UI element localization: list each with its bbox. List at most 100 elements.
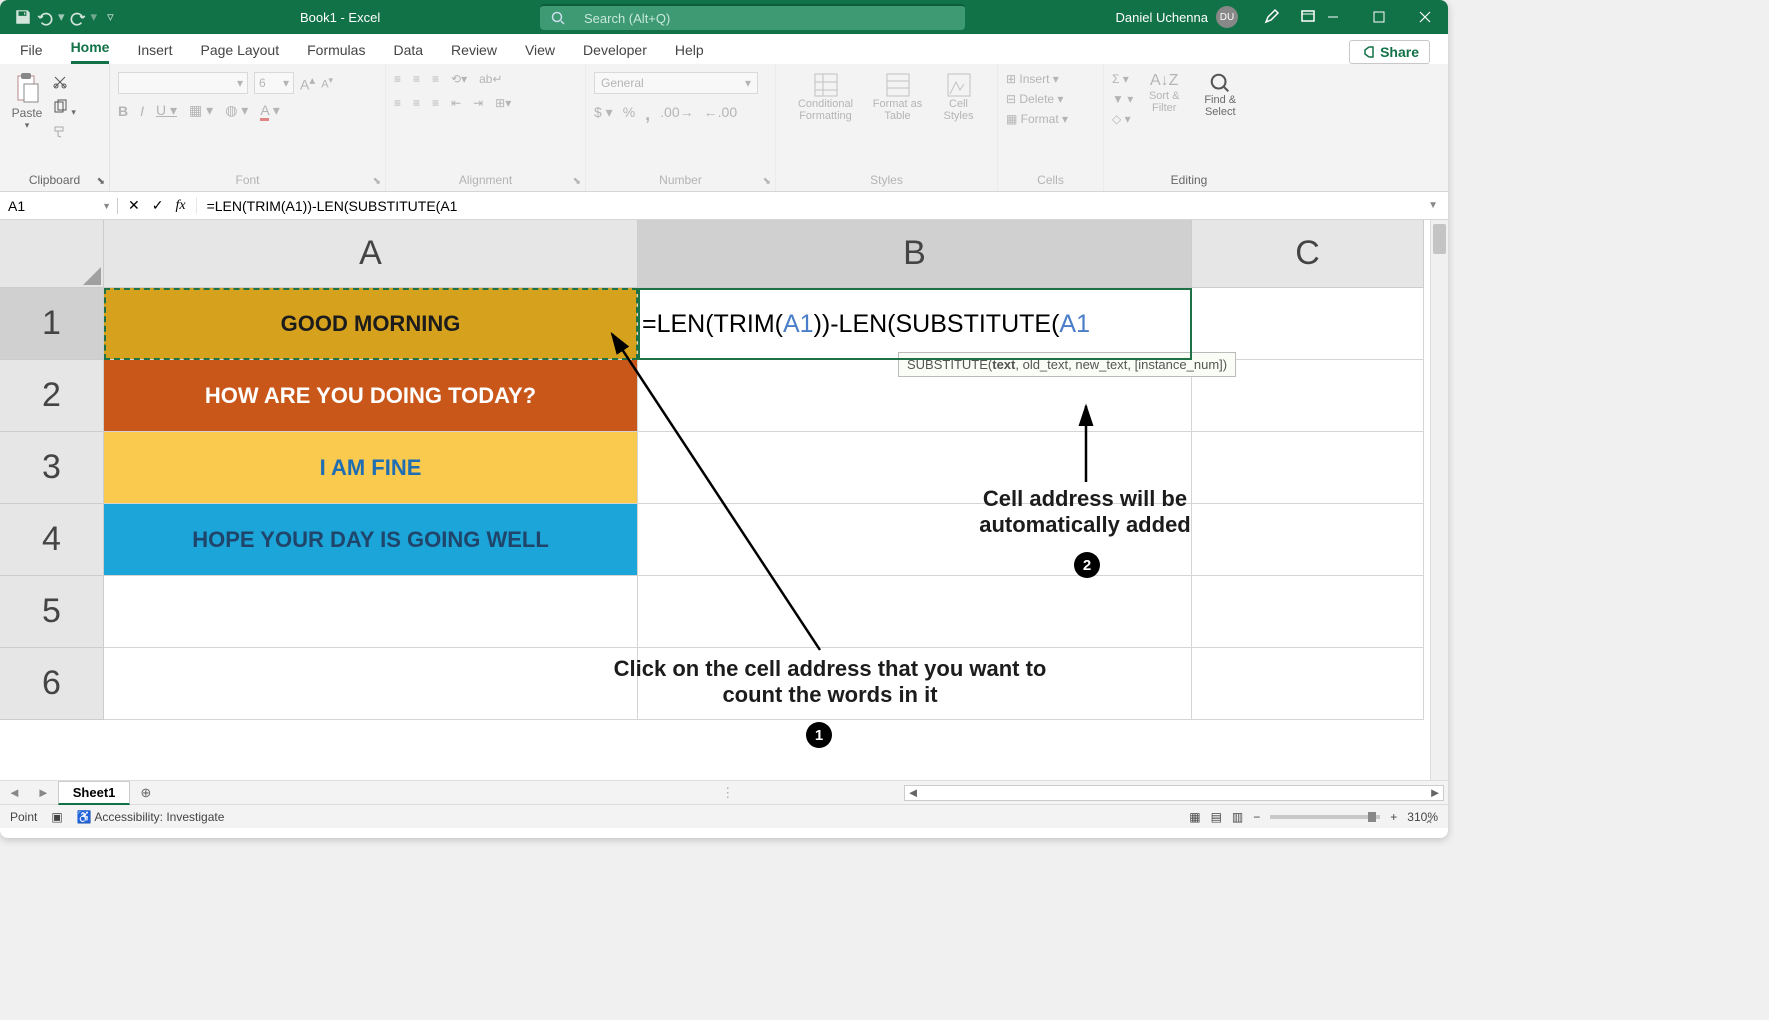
search-box[interactable]: Search (Alt+Q) [540, 4, 965, 30]
increase-font-icon[interactable]: A▴ [300, 73, 315, 93]
macro-record-icon[interactable]: ▣ [51, 810, 62, 824]
paste-button[interactable]: Paste ▾ [8, 72, 46, 131]
zoom-slider[interactable] [1270, 815, 1380, 819]
fx-icon[interactable]: fx [175, 198, 185, 214]
cancel-formula-icon[interactable]: ✕ [128, 197, 140, 214]
align-middle-icon[interactable]: ≡ [413, 72, 420, 86]
user-account[interactable]: Daniel Uchenna DU [1115, 6, 1238, 28]
row-header-3[interactable]: 3 [0, 432, 104, 504]
sheet-nav-next-icon[interactable]: ► [29, 785, 58, 800]
sheet-tab-1[interactable]: Sheet1 [58, 781, 131, 805]
cell-c5[interactable] [1192, 576, 1424, 648]
horizontal-scrollbar[interactable]: ◄► [904, 785, 1444, 801]
align-right-icon[interactable]: ≡ [432, 96, 439, 110]
decrease-decimal-icon[interactable]: ←.00 [704, 104, 737, 125]
tab-formulas[interactable]: Formulas [307, 42, 365, 64]
select-all-button[interactable] [0, 220, 104, 288]
cell-a1[interactable]: GOOD MORNING [104, 288, 638, 360]
tab-page-layout[interactable]: Page Layout [200, 42, 279, 64]
row-header-4[interactable]: 4 [0, 504, 104, 576]
minimize-button[interactable] [1310, 0, 1356, 34]
font-size-selector[interactable]: 6▾ [254, 72, 294, 94]
tab-data[interactable]: Data [393, 42, 423, 64]
cell-b1[interactable]: =LEN(TRIM(A1))-LEN(SUBSTITUTE(A1 [638, 288, 1192, 360]
cell-b2[interactable]: SUBSTITUTE(text, old_text, new_text, [in… [638, 360, 1192, 432]
percent-icon[interactable]: % [623, 104, 635, 125]
cell-b5[interactable] [638, 576, 1192, 648]
zoom-in-icon[interactable]: + [1390, 810, 1397, 824]
enter-formula-icon[interactable]: ✓ [152, 197, 164, 214]
align-top-icon[interactable]: ≡ [394, 72, 401, 86]
cell-styles-button[interactable]: Cell Styles [934, 72, 984, 122]
col-header-c[interactable]: C [1192, 220, 1424, 288]
cell-a5[interactable] [104, 576, 638, 648]
tab-home[interactable]: Home [71, 39, 110, 64]
insert-cells-button[interactable]: ⊞ Insert ▾ [1006, 72, 1059, 86]
share-button[interactable]: Share [1349, 40, 1430, 64]
italic-button[interactable]: I [140, 103, 144, 119]
cell-a3[interactable]: I AM FINE [104, 432, 638, 504]
align-center-icon[interactable]: ≡ [413, 96, 420, 110]
add-sheet-icon[interactable]: ⊕ [130, 785, 161, 801]
tab-view[interactable]: View [525, 42, 555, 64]
clear-icon[interactable]: ◇ ▾ [1112, 112, 1133, 126]
increase-decimal-icon[interactable]: .00→ [660, 104, 693, 125]
undo-dropdown-icon[interactable]: ▾ [58, 9, 65, 25]
collapse-ribbon-icon[interactable]: ⌃ [1424, 818, 1434, 832]
decrease-font-icon[interactable]: A▾ [321, 75, 333, 91]
view-pagebreak-icon[interactable]: ▥ [1232, 810, 1243, 824]
comma-icon[interactable]: , [645, 104, 650, 125]
borders-icon[interactable]: ▦ ▾ [189, 102, 213, 119]
underline-button[interactable]: U ▾ [156, 102, 177, 119]
close-button[interactable] [1402, 0, 1448, 34]
cell-c6[interactable] [1192, 648, 1424, 720]
qat-customize-icon[interactable]: ▿ [101, 9, 114, 25]
tab-help[interactable]: Help [675, 42, 704, 64]
font-color-icon[interactable]: A ▾ [260, 102, 280, 119]
row-header-6[interactable]: 6 [0, 648, 104, 720]
scroll-thumb[interactable] [1433, 224, 1446, 254]
pen-icon[interactable] [1264, 8, 1280, 27]
redo-icon[interactable] [69, 8, 87, 26]
fill-icon[interactable]: ▼ ▾ [1112, 92, 1133, 106]
formula-input[interactable]: =LEN(TRIM(A1))-LEN(SUBSTITUTE(A1 [197, 198, 1429, 214]
tab-review[interactable]: Review [451, 42, 497, 64]
row-header-5[interactable]: 5 [0, 576, 104, 648]
cell-a4[interactable]: HOPE YOUR DAY IS GOING WELL [104, 504, 638, 576]
fill-color-icon[interactable]: ◍ ▾ [225, 102, 248, 119]
cut-icon[interactable] [52, 74, 76, 93]
copy-icon[interactable]: ▾ [52, 99, 76, 118]
align-left-icon[interactable]: ≡ [394, 96, 401, 110]
autosum-icon[interactable]: Σ ▾ [1112, 72, 1133, 86]
view-pagelayout-icon[interactable]: ▤ [1211, 810, 1222, 824]
row-header-2[interactable]: 2 [0, 360, 104, 432]
function-tooltip[interactable]: SUBSTITUTE(text, old_text, new_text, [in… [898, 352, 1236, 377]
tab-file[interactable]: File [20, 42, 43, 64]
undo-icon[interactable] [36, 8, 54, 26]
merge-icon[interactable]: ⊞▾ [495, 96, 511, 110]
name-box[interactable]: A1▼ [0, 198, 118, 214]
tab-developer[interactable]: Developer [583, 42, 647, 64]
vertical-scrollbar[interactable] [1430, 220, 1448, 780]
alignment-launcher-icon[interactable]: ⬊ [573, 176, 581, 187]
clipboard-launcher-icon[interactable]: ⬊ [97, 176, 105, 187]
accessibility-status[interactable]: ♿ Accessibility: Investigate [77, 810, 225, 824]
row-header-1[interactable]: 1 [0, 288, 104, 360]
orientation-icon[interactable]: ⟲▾ [451, 72, 467, 86]
col-header-a[interactable]: A [104, 220, 638, 288]
find-select-button[interactable]: Find & Select [1195, 72, 1245, 118]
delete-cells-button[interactable]: ⊟ Delete ▾ [1006, 92, 1063, 106]
sort-filter-button[interactable]: A↓ZSort & Filter [1141, 72, 1187, 114]
accounting-icon[interactable]: $ ▾ [594, 104, 613, 125]
save-icon[interactable] [14, 8, 32, 26]
wrap-text-icon[interactable]: ab↵ [479, 72, 502, 86]
number-format-selector[interactable]: General▾ [594, 72, 758, 94]
sheet-nav-prev-icon[interactable]: ◄ [0, 785, 29, 800]
maximize-button[interactable] [1356, 0, 1402, 34]
redo-dropdown-icon[interactable]: ▾ [91, 9, 98, 25]
number-launcher-icon[interactable]: ⬊ [763, 176, 771, 187]
cell-a2[interactable]: HOW ARE YOU DOING TODAY? [104, 360, 638, 432]
tab-insert[interactable]: Insert [137, 42, 172, 64]
format-painter-icon[interactable] [52, 124, 76, 143]
zoom-out-icon[interactable]: − [1253, 810, 1260, 824]
